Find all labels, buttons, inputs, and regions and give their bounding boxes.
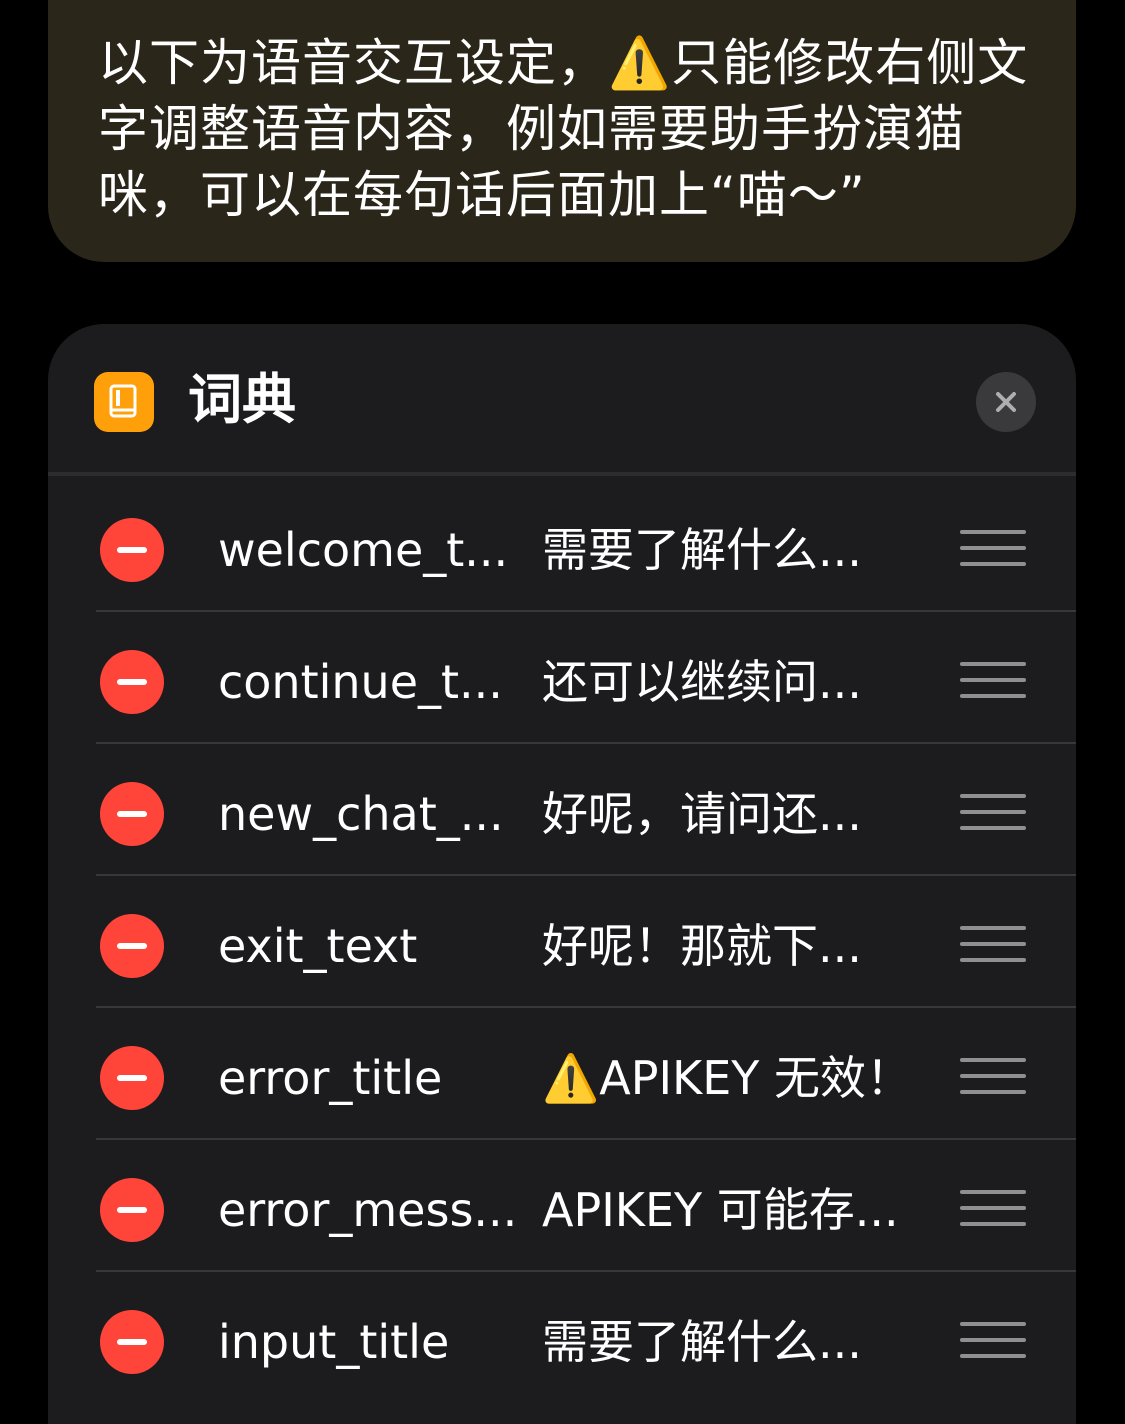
drag-handle-icon[interactable] <box>960 1322 1026 1358</box>
book-icon <box>94 372 154 432</box>
dictionary-panel: 词典 welcome_t... 需要了解什么... continue_t... … <box>48 324 1076 1424</box>
table-row[interactable]: continue_t... 还可以继续问... <box>48 612 1076 744</box>
entry-value[interactable]: APIKEY 可能存... <box>542 1178 932 1242</box>
drag-handle-icon[interactable] <box>960 1058 1026 1094</box>
dictionary-header: 词典 <box>48 324 1076 476</box>
dictionary-list: welcome_t... 需要了解什么... continue_t... 还可以… <box>48 480 1076 1404</box>
entry-key: error_title <box>218 1051 443 1105</box>
entry-value[interactable]: 需要了解什么... <box>542 1310 932 1374</box>
drag-handle-icon[interactable] <box>960 1190 1026 1226</box>
drag-handle-icon[interactable] <box>960 530 1026 566</box>
table-row[interactable]: error_mess... APIKEY 可能存... <box>48 1140 1076 1272</box>
table-row[interactable]: input_title 需要了解什么... <box>48 1272 1076 1404</box>
entry-value[interactable]: 还可以继续问... <box>542 650 932 714</box>
entry-key: new_chat_... <box>218 787 504 841</box>
delete-button[interactable] <box>100 1046 164 1110</box>
delete-button[interactable] <box>100 782 164 846</box>
voice-settings-note: 以下为语音交互设定，⚠️只能修改右侧文字调整语音内容，例如需要助手扮演猫咪，可以… <box>48 0 1076 262</box>
drag-handle-icon[interactable] <box>960 794 1026 830</box>
table-row[interactable]: exit_text 好呢！那就下... <box>48 876 1076 1008</box>
entry-value[interactable]: 好呢，请问还... <box>542 782 932 846</box>
table-row[interactable]: new_chat_... 好呢，请问还... <box>48 744 1076 876</box>
note-text: 以下为语音交互设定，⚠️只能修改右侧文字调整语音内容，例如需要助手扮演猫咪，可以… <box>98 34 1029 224</box>
minus-icon <box>117 547 147 553</box>
entry-value[interactable]: ⚠️APIKEY 无效！ <box>542 1046 932 1110</box>
delete-button[interactable] <box>100 914 164 978</box>
table-row[interactable]: error_title ⚠️APIKEY 无效！ <box>48 1008 1076 1140</box>
table-row[interactable]: welcome_t... 需要了解什么... <box>48 480 1076 612</box>
minus-icon <box>117 943 147 949</box>
entry-key: exit_text <box>218 919 418 973</box>
minus-icon <box>117 679 147 685</box>
entry-key: continue_t... <box>218 655 503 709</box>
entry-key: input_title <box>218 1315 450 1369</box>
delete-button[interactable] <box>100 1178 164 1242</box>
dictionary-title: 词典 <box>188 368 296 431</box>
minus-icon <box>117 811 147 817</box>
delete-button[interactable] <box>100 1310 164 1374</box>
drag-handle-icon[interactable] <box>960 662 1026 698</box>
delete-button[interactable] <box>100 650 164 714</box>
entry-key: error_mess... <box>218 1183 518 1237</box>
minus-icon <box>117 1075 147 1081</box>
close-button[interactable] <box>976 372 1036 432</box>
entry-value[interactable]: 需要了解什么... <box>542 518 932 582</box>
minus-icon <box>117 1339 147 1345</box>
close-icon <box>996 392 1016 412</box>
entry-value[interactable]: 好呢！那就下... <box>542 914 932 978</box>
minus-icon <box>117 1207 147 1213</box>
drag-handle-icon[interactable] <box>960 926 1026 962</box>
delete-button[interactable] <box>100 518 164 582</box>
entry-key: welcome_t... <box>218 523 509 577</box>
